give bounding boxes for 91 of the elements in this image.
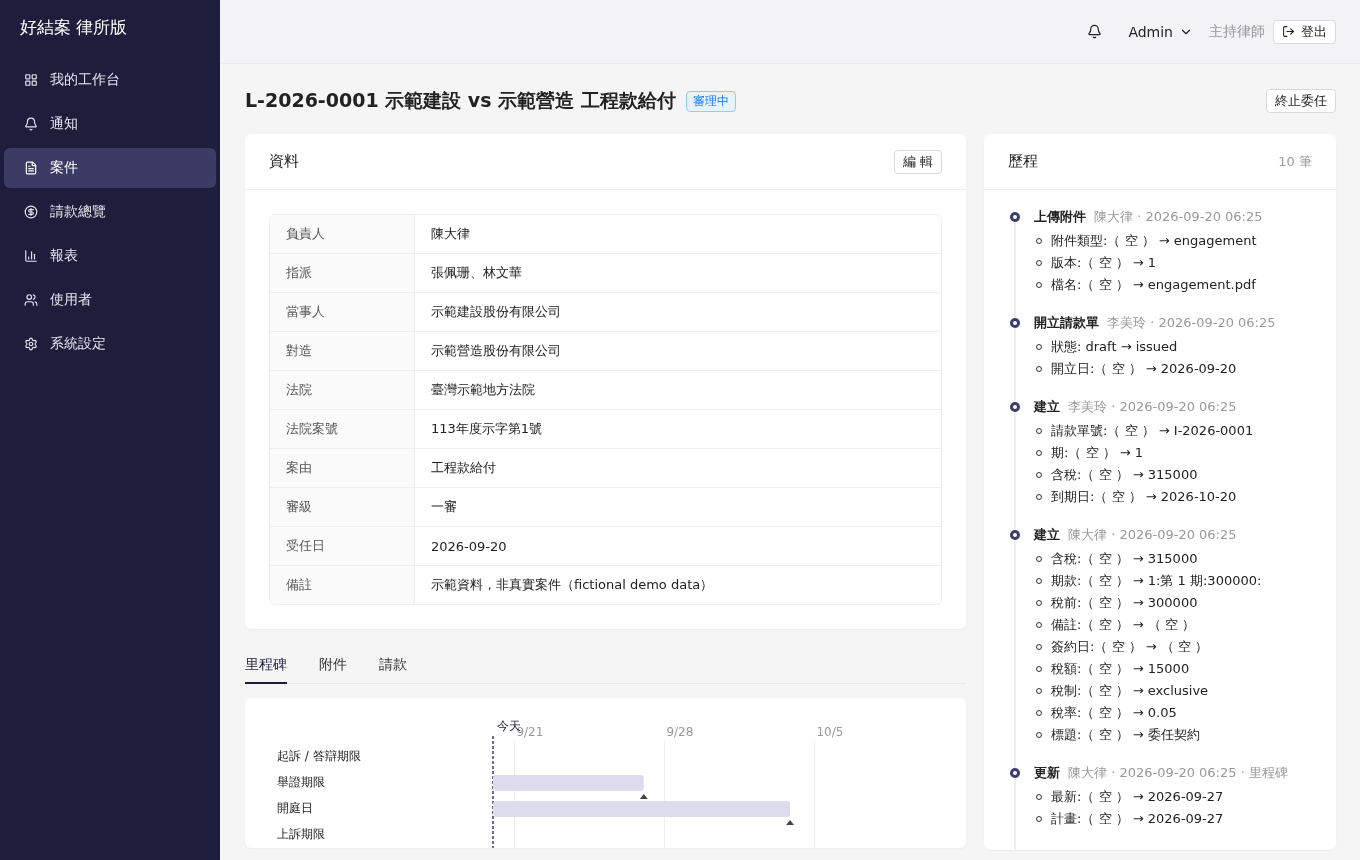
- timeline-dot: [1010, 530, 1020, 540]
- field-label: 負責人: [270, 215, 415, 253]
- history-meta: 李美玲 · 2026-09-20 06:25: [1068, 398, 1237, 416]
- change-text: 稅制:（ 空 ） → exclusive: [1051, 682, 1209, 700]
- terminate-button[interactable]: 終止委任: [1266, 89, 1336, 113]
- field-label: 對造: [270, 332, 415, 370]
- tab[interactable]: 請款: [379, 647, 407, 684]
- timeline-dot: [1010, 768, 1020, 778]
- change-text: 備註:（ 空 ） → （ 空 ）: [1051, 616, 1196, 634]
- sidebar-item[interactable]: 使用者: [4, 280, 216, 320]
- card-title: 歷程: [1008, 152, 1038, 171]
- timeline-dot: [1010, 402, 1020, 412]
- edit-button[interactable]: 編 輯: [893, 149, 942, 174]
- change-text: 標題:（ 空 ） → 委任契約: [1051, 726, 1200, 744]
- logout-icon: [1282, 25, 1295, 38]
- case-title: L-2026-0001 示範建設 vs 示範營造 工程款給付: [245, 88, 676, 113]
- change-text: 檔名:（ 空 ） → engagement.pdf: [1051, 276, 1256, 294]
- change-text: 期:（ 空 ） → 1: [1051, 444, 1144, 462]
- change-text: 最新:（ 空 ） → 2026-09-27: [1051, 788, 1224, 806]
- history-action: 建立: [1034, 398, 1060, 416]
- field-value: 臺灣示範地方法院: [430, 381, 536, 399]
- change-text: 開立日:（ 空 ） → 2026-09-20: [1051, 360, 1237, 378]
- settings-icon: [24, 337, 38, 351]
- change-text: 稅額:（ 空 ） → 15000: [1051, 660, 1190, 678]
- field-label: 備註: [270, 566, 415, 604]
- milestone-label: 起訴 / 答辯期限: [277, 749, 361, 763]
- entry-count: 10 筆: [1278, 152, 1312, 171]
- field-value: 工程款給付: [430, 459, 497, 477]
- brand-title: 好結案 律所版: [19, 16, 129, 39]
- field-label: 指派: [270, 254, 415, 292]
- change-text: 稅率:（ 空 ） → 0.05: [1051, 704, 1177, 722]
- history-meta: 陳大律 · 2026-09-20 06:25 · 里程碑: [1068, 764, 1288, 782]
- field-value: 示範營造股份有限公司: [430, 342, 562, 360]
- milestone-label: 舉證期限: [277, 775, 325, 789]
- change-text: 稅前:（ 空 ） → 300000: [1051, 594, 1198, 612]
- logout-button[interactable]: 登出: [1273, 19, 1336, 44]
- tab[interactable]: 里程碑: [245, 647, 287, 684]
- change-text: 請款單號:（ 空 ） → I-2026-0001: [1051, 422, 1254, 440]
- sidebar-item[interactable]: 系統設定: [4, 324, 216, 364]
- field-label: 法院: [270, 371, 415, 409]
- history-action: 更新: [1034, 764, 1060, 782]
- sidebar-item[interactable]: 案件: [4, 148, 216, 188]
- change-text: 期款:（ 空 ） → 1:第 1 期:300000:: [1051, 572, 1262, 590]
- status-tag: 審理中: [685, 90, 736, 112]
- dollar-icon: [24, 205, 38, 219]
- milestone-label: 上訴期限: [277, 827, 325, 841]
- bell-icon: [24, 117, 38, 131]
- milestone-label: 開庭日: [277, 801, 313, 815]
- axis-label: 9/28: [666, 725, 694, 739]
- bar-chart-icon: [24, 249, 38, 263]
- sidebar-item[interactable]: 通知: [4, 104, 216, 144]
- user-role: 主持律師: [1209, 22, 1265, 41]
- field-label: 審級: [270, 488, 415, 526]
- sidebar-item[interactable]: 報表: [4, 236, 216, 276]
- field-value: 示範資料，非真實案件（fictional demo data）: [430, 576, 715, 594]
- sidebar-item[interactable]: 請款總覽: [4, 192, 216, 232]
- timeline-dot: [1010, 318, 1020, 328]
- change-text: 簽約日:（ 空 ） → （ 空 ）: [1051, 638, 1209, 656]
- history-action: 建立: [1034, 526, 1060, 544]
- history-meta: 陳大律 · 2026-09-20 06:25: [1094, 208, 1263, 226]
- field-label: 當事人: [270, 293, 415, 331]
- field-value: 113年度示字第1號: [430, 420, 544, 438]
- change-text: 狀態: draft → issued: [1051, 338, 1178, 356]
- card-title: 資料: [269, 152, 299, 171]
- field-label: 受任日: [270, 527, 415, 565]
- sidebar-item[interactable]: 我的工作台: [4, 60, 216, 100]
- field-label: 法院案號: [270, 410, 415, 448]
- history-action: 上傳附件: [1034, 208, 1086, 226]
- history-action: 開立請款單: [1034, 314, 1099, 332]
- field-value: 示範建設股份有限公司: [430, 303, 562, 321]
- field-value: 陳大律: [430, 225, 471, 243]
- change-text: 附件類型:（ 空 ） → engagement: [1051, 232, 1257, 250]
- history-meta: 李美玲 · 2026-09-20 06:25: [1107, 314, 1276, 332]
- field-value: 張佩珊、林文華: [430, 264, 523, 282]
- notification-icon[interactable]: [1087, 24, 1103, 39]
- document-icon: [24, 161, 38, 175]
- change-text: 含稅:（ 空 ） → 315000: [1051, 550, 1198, 568]
- history-meta: 陳大律 · 2026-09-20 06:25: [1068, 526, 1237, 544]
- axis-label: 10/5: [816, 725, 844, 739]
- users-icon: [24, 293, 38, 307]
- user-menu[interactable]: Admin: [1128, 23, 1193, 40]
- tab[interactable]: 附件: [319, 647, 347, 684]
- change-text: 計畫:（ 空 ） → 2026-09-27: [1051, 810, 1224, 828]
- grid-icon: [24, 73, 38, 87]
- change-text: 到期日:（ 空 ） → 2026-10-20: [1051, 488, 1237, 506]
- change-text: 含稅:（ 空 ） → 315000: [1051, 466, 1198, 484]
- change-text: 版本:（ 空 ） → 1: [1051, 254, 1157, 272]
- field-value: 2026-09-20: [430, 537, 508, 556]
- timeline-dot: [1010, 212, 1020, 222]
- field-label: 案由: [270, 449, 415, 487]
- field-value: 一審: [430, 498, 458, 516]
